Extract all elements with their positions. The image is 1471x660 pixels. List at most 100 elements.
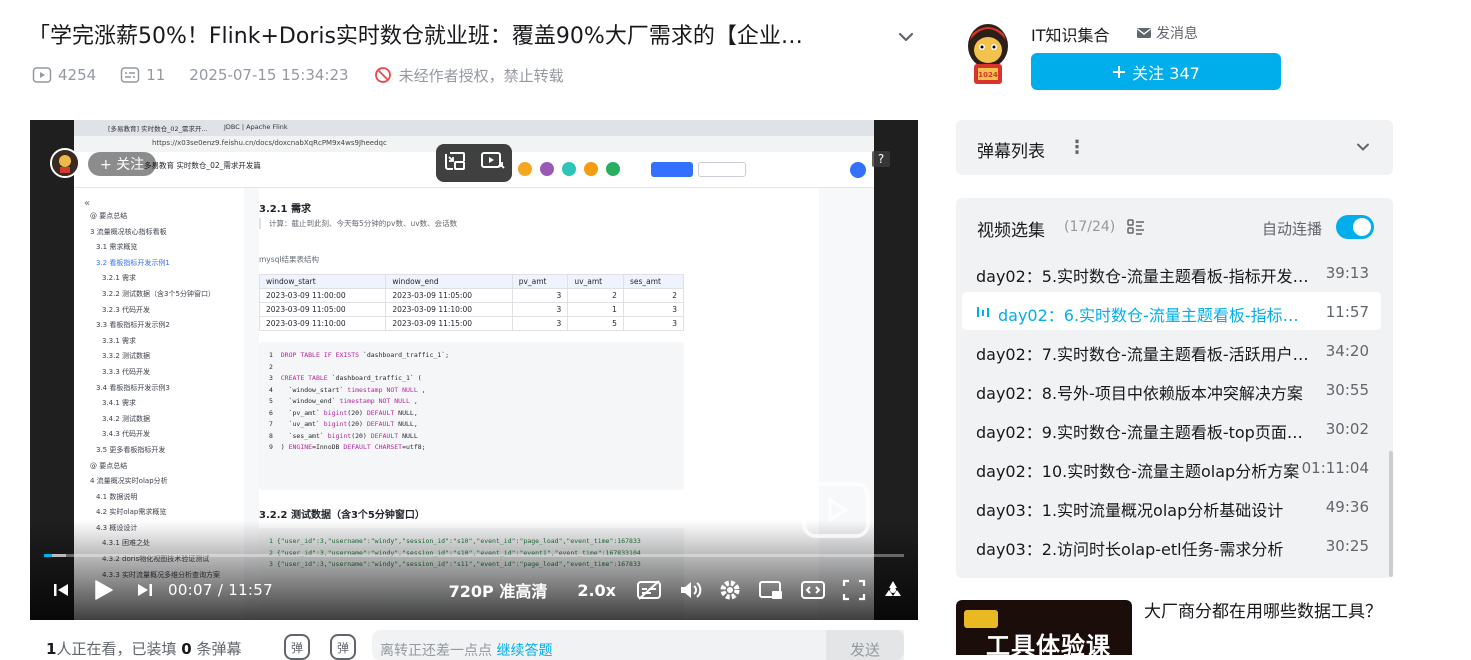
danmaku-input-placeholder: 离转正还差一点点 bbox=[380, 643, 492, 659]
autoplay-toggle[interactable] bbox=[1336, 215, 1374, 239]
screen-table-cell: 2023-03-09 11:10:00 bbox=[258, 316, 387, 331]
screen-outline-item: 3.3 看板指标开发示例2 bbox=[96, 321, 170, 330]
screen-table-cell: 2023-03-09 11:05:00 bbox=[385, 288, 513, 303]
autoplay-label: 自动连播 bbox=[1262, 220, 1323, 238]
playlist-item-duration: 30:02 bbox=[1325, 420, 1369, 438]
screen-outline-item: 4.3.1 困难之处 bbox=[102, 539, 151, 548]
settings-icon[interactable] bbox=[718, 576, 742, 604]
play-icon[interactable] bbox=[92, 576, 114, 604]
screen-table-cell: 2023-03-09 11:15:00 bbox=[385, 316, 513, 331]
screen-code-line: 9 ) ENGINE=InnoDB DEFAULT CHARSET=utf8; bbox=[269, 443, 426, 451]
screen-table-caption: mysql结果表结构 bbox=[259, 255, 319, 264]
big-play-icon[interactable] bbox=[802, 482, 870, 538]
screen-outline-item: 3.1 需求概览 bbox=[96, 243, 138, 252]
overlay-uploader-avatar[interactable] bbox=[50, 148, 80, 178]
playlist-item-title: day02：5.实时数仓-流量主题看板-指标开发示例1 bbox=[976, 267, 1311, 286]
progress-bar[interactable] bbox=[44, 554, 904, 557]
video-meta: 4254 11 2025-07-15 15:34:23 未经作者授权，禁止转载 bbox=[32, 64, 564, 86]
playlist-item[interactable]: day02：5.实时数仓-流量主题看板-指标开发示例1 39:13 bbox=[962, 253, 1381, 291]
continue-quiz-link[interactable]: 继续答题 bbox=[496, 643, 552, 659]
watching-count: 1 bbox=[46, 640, 57, 658]
playlist-item[interactable]: day02：10.实时数仓-流量主题olap分析方案 01:11:04 bbox=[962, 448, 1381, 486]
video-player[interactable]: [多易教育] 实时数仓_02_需求开... JDBC | Apache Flin… bbox=[30, 120, 918, 620]
playlist-item[interactable]: day02：9.实时数仓-流量主题看板-top页面统计 30:02 bbox=[962, 409, 1381, 447]
watching-info: 1人正在看，已装填 0 条弹幕 bbox=[46, 640, 242, 658]
playlist-item[interactable]: day03：2.访问时长olap-etl任务-需求分析 30:25 bbox=[962, 526, 1381, 564]
playlist-item-title: day02：7.实时数仓-流量主题看板-活跃用户统计 bbox=[976, 345, 1311, 364]
chevron-down-icon[interactable] bbox=[1355, 139, 1371, 159]
screen-outline-item: 4.2 实时olap需求概览 bbox=[96, 508, 167, 517]
list-view-icon[interactable] bbox=[1127, 218, 1145, 240]
screen-json-line: 1 {"user_id":3,"username":"windy","sessi… bbox=[269, 537, 641, 545]
screen-outline-item: 3.3.3 代码开发 bbox=[102, 367, 151, 376]
current-time: 00:07 bbox=[168, 581, 213, 599]
playlist-item-duration: 30:25 bbox=[1325, 537, 1369, 555]
uploader-name[interactable]: IT知识集合 bbox=[1031, 22, 1110, 46]
danmaku-settings-icon[interactable]: 弹 bbox=[330, 634, 356, 660]
progress-fill bbox=[44, 554, 53, 557]
expand-title-chevron-icon[interactable] bbox=[893, 24, 919, 50]
overlay-follow-button[interactable]: + 关注 bbox=[88, 152, 157, 176]
playlist-item-duration: 01:11:04 bbox=[1301, 459, 1369, 477]
screen-table-cell: 1 bbox=[567, 302, 624, 317]
quality-button[interactable]: 720P 准高清 bbox=[449, 578, 548, 602]
help-icon[interactable]: ? bbox=[872, 151, 890, 167]
playlist-item[interactable]: day02：7.实时数仓-流量主题看板-活跃用户统计 34:20 bbox=[962, 331, 1381, 369]
screen-code-line: 2 bbox=[269, 362, 273, 371]
screen-table-cell: 2023-03-09 11:10:00 bbox=[385, 302, 513, 317]
send-message-label: 发消息 bbox=[1156, 26, 1198, 42]
playlist-panel: 视频选集 (17/24) 自动连播 day02：5.实时数仓-流量主题看板-指标… bbox=[956, 198, 1393, 578]
screen-table-cell: 5 bbox=[567, 316, 624, 331]
send-danmaku-button[interactable]: 发送 bbox=[826, 630, 904, 660]
fullscreen-icon[interactable] bbox=[842, 576, 866, 604]
player-controls: 00:07 / 11:57 720P 准高清 2.0x bbox=[52, 576, 904, 604]
next-icon[interactable] bbox=[136, 576, 154, 604]
player-quick-tools bbox=[436, 144, 512, 182]
danmaku-list-panel[interactable]: 弹幕列表 ⋮ bbox=[956, 120, 1393, 175]
screen-table-cell: 2023-03-09 11:00:00 bbox=[258, 288, 387, 303]
playlist-item[interactable]: day02：8.号外-项目中依赖版本冲突解决方案 30:55 bbox=[962, 370, 1381, 408]
screenshot-play-icon[interactable] bbox=[480, 150, 506, 176]
play-count: 4254 bbox=[58, 66, 97, 84]
send-message-link[interactable]: 发消息 bbox=[1136, 23, 1198, 43]
recommend-thumbnail[interactable]: 工具体验课 bbox=[956, 600, 1132, 655]
speed-button[interactable]: 2.0x bbox=[577, 581, 616, 600]
screen-outline-item: 3 流量概况核心指标看板 bbox=[90, 227, 167, 236]
danmaku-input[interactable]: 离转正还差一点点 继续答题 bbox=[372, 630, 904, 660]
screen-table-header: window_start bbox=[258, 274, 387, 289]
playlist-scrollbar[interactable] bbox=[1389, 451, 1393, 577]
screen-tab-2: JDBC | Apache Flink bbox=[224, 123, 288, 131]
danmaku-toggle-icon[interactable]: 弹 bbox=[284, 634, 310, 660]
volume-icon[interactable] bbox=[678, 576, 702, 604]
playlist-count: (17/24) bbox=[1064, 219, 1116, 235]
follow-button[interactable]: 关注 347 bbox=[1031, 53, 1281, 90]
playlist-item-title: day02：10.实时数仓-流量主题olap分析方案 bbox=[976, 462, 1300, 481]
mascot-icon[interactable] bbox=[882, 576, 904, 604]
playlist-item[interactable]: day03：1.实时流量概况olap分析基础设计 49:36 bbox=[962, 487, 1381, 525]
screen-table-cell: 3 bbox=[511, 302, 569, 317]
screen-outline-item: 3.4.2 测试数据 bbox=[102, 414, 151, 423]
playlist-item-title: day03：2.访问时长olap-etl任务-需求分析 bbox=[976, 540, 1284, 559]
recommend-title[interactable]: 大厂商分都在用哪些数据工具？ bbox=[1144, 600, 1384, 624]
recommend-thumb-text: 工具体验课 bbox=[986, 632, 1111, 655]
time-display: 00:07 / 11:57 bbox=[168, 581, 273, 599]
widescreen-icon[interactable] bbox=[758, 576, 784, 604]
screen-json-code: 1 {"user_id":3,"username":"windy","sessi… bbox=[259, 528, 684, 620]
screen-code-line: 8 `ses_amt` bigint(20) DEFAULT NULL bbox=[269, 431, 418, 440]
uploader-avatar[interactable]: 1024 bbox=[960, 20, 1016, 88]
screen-table-cell: 3 bbox=[511, 288, 569, 303]
screen-code-line: 4 `window_start` timestamp NOT NULL , bbox=[269, 385, 426, 394]
subtitle-icon[interactable] bbox=[636, 576, 662, 604]
screen-table-row: 2023-03-09 11:00:00 2023-03-09 11:05:00 3 2… bbox=[258, 288, 685, 303]
screen-tab-1: [多易教育] 实时数仓_02_需求开... bbox=[108, 125, 208, 133]
previous-icon[interactable] bbox=[52, 576, 70, 604]
screen-code-line: 7 `uv_amt` bigint(20) DEFAULT NULL, bbox=[269, 420, 418, 428]
web-fullscreen-icon[interactable] bbox=[800, 576, 826, 604]
more-options-icon[interactable]: ⋮ bbox=[1068, 137, 1086, 158]
playlist-item-duration: 39:13 bbox=[1325, 264, 1369, 282]
playlist-item[interactable]: day02：6.实时数仓-流量主题看板-指标开发示例2 11:57 bbox=[962, 292, 1381, 330]
screen-table-cell: 3 bbox=[622, 316, 685, 331]
playlist-item-duration: 11:57 bbox=[1325, 303, 1369, 321]
playlist-item-duration: 49:36 bbox=[1325, 498, 1369, 516]
pip-icon[interactable] bbox=[443, 150, 467, 176]
